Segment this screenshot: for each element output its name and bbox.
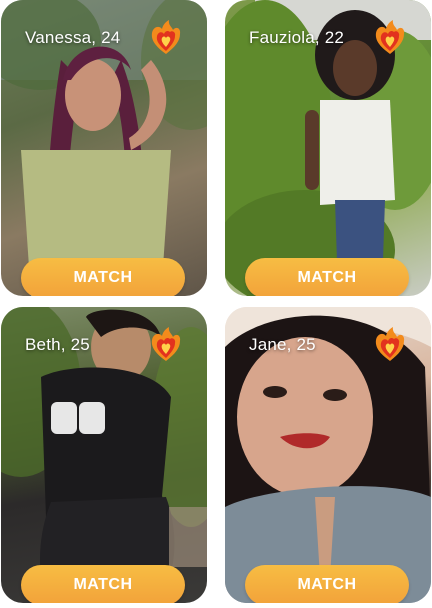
profile-name: Vanessa, 24 [25, 28, 121, 47]
fire-heart-icon [375, 20, 405, 54]
match-button[interactable]: MATCH [245, 565, 409, 603]
profile-card-fauziola[interactable]: Fauziola, 22 MATCH [225, 0, 431, 296]
profile-name: Fauziola, 22 [249, 28, 345, 47]
profile-card-beth[interactable]: Beth, 25 MATCH [1, 307, 207, 603]
match-button[interactable]: MATCH [245, 258, 409, 296]
match-button[interactable]: MATCH [21, 258, 185, 296]
fire-heart-icon [375, 327, 405, 361]
profile-name: Beth, 25 [25, 335, 90, 354]
profile-name: Jane, 25 [249, 335, 316, 354]
profile-card-vanessa[interactable]: Vanessa, 24 MATCH [1, 0, 207, 296]
fire-heart-icon [151, 20, 181, 54]
profile-card-jane[interactable]: Jane, 25 MATCH [225, 307, 431, 603]
match-button[interactable]: MATCH [21, 565, 185, 603]
fire-heart-icon [151, 327, 181, 361]
